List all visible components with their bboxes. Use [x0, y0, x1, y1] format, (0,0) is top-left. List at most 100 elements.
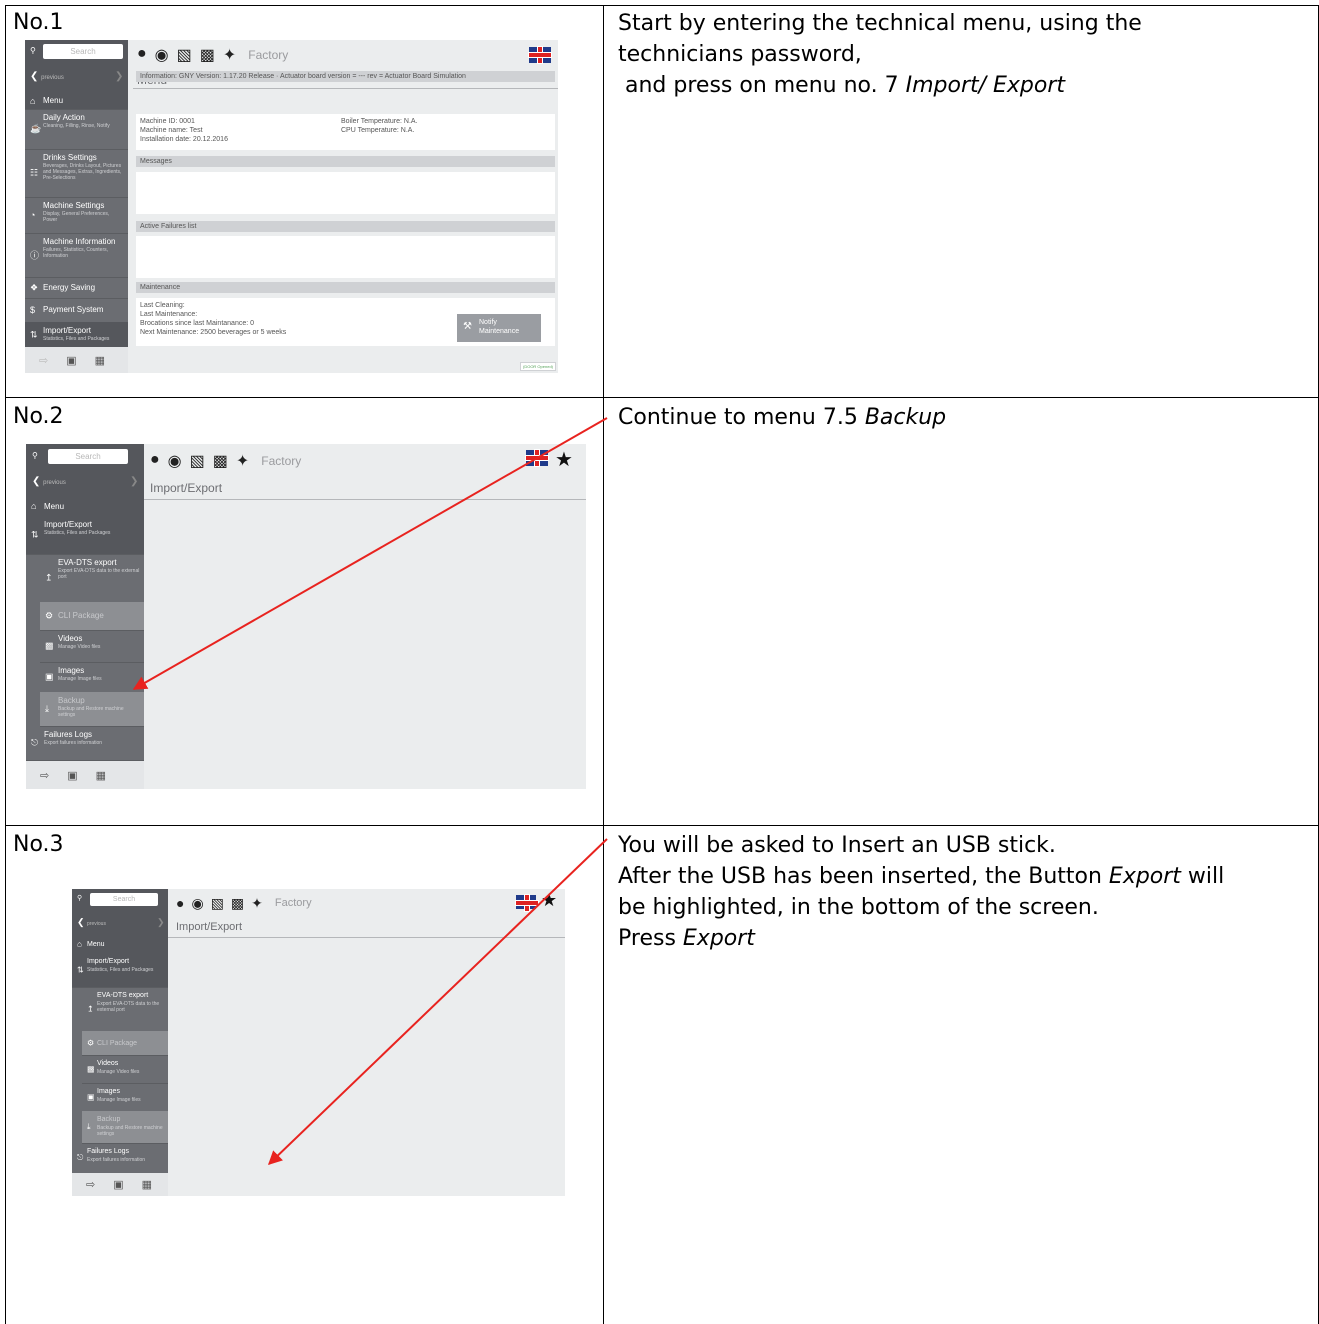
machine-icon[interactable]: ▩: [231, 895, 244, 912]
next-button[interactable]: ❯: [115, 71, 123, 82]
sidebar-item-sub: Statistics, Files and Packages: [43, 336, 110, 342]
sidebar-item-import-export[interactable]: ⇅ Import/Export Statistics, Files and Pack…: [72, 953, 168, 988]
sidebar-item-label: CLI Package: [97, 1040, 138, 1047]
step-number: No.1: [13, 10, 64, 35]
instruction-text: After the USB has been inserted, the But…: [618, 864, 1109, 889]
bean-icon[interactable]: ◉: [191, 895, 203, 912]
sidebar-item-machine-settings[interactable]: ◔ Machine Settings Display, General Prefer…: [25, 197, 128, 234]
sidebar-item-images[interactable]: ▣ Images Manage Image files: [40, 662, 144, 693]
bean-icon[interactable]: ◉: [168, 451, 182, 471]
step-instruction: Start by entering the technical menu, us…: [618, 8, 1142, 101]
card-icon[interactable]: ▣: [66, 354, 76, 367]
previous-label: previous: [43, 480, 66, 486]
sidebar-item-failures-logs[interactable]: ⎋ Failures Logs Export failures informatio…: [26, 726, 144, 761]
sidebar-item-label: Images: [58, 666, 85, 675]
sidebar-item-cli-package[interactable]: ⚙ CLI Package: [82, 1031, 168, 1056]
sidebar-item-menu[interactable]: ⌂ Menu: [25, 92, 128, 110]
logout-icon[interactable]: ⇨: [40, 769, 49, 782]
home-icon: ⌂: [30, 95, 36, 106]
tools-icon[interactable]: ✦: [236, 451, 249, 471]
keypad-icon[interactable]: ▦: [96, 769, 106, 782]
sidebar-item-videos[interactable]: ▩ Videos Manage Video files: [40, 630, 144, 663]
cups-icon[interactable]: ▧: [177, 45, 192, 65]
sidebar-item-menu[interactable]: ⌂ Menu: [26, 496, 144, 517]
import-export-icon: ⇅: [77, 965, 84, 975]
sidebar-item-images[interactable]: ▣ Images Manage Image files: [82, 1083, 168, 1112]
search-input[interactable]: Search: [43, 44, 123, 59]
sidebar-item-label: Menu: [44, 502, 65, 511]
next-button[interactable]: ❯: [130, 476, 138, 487]
logout-icon[interactable]: ⇨: [39, 354, 48, 367]
sidebar-item-eva-dts-export[interactable]: ↥ EVA-DTS export Export EVA-DTS data to th…: [82, 987, 168, 1032]
previous-button[interactable]: ❮ previous: [77, 917, 106, 928]
card-icon[interactable]: ▣: [67, 769, 77, 782]
instruction-line: technicians password,: [618, 42, 862, 67]
sidebar-item-label: Machine Information: [43, 237, 116, 246]
page-title: Import/Export: [150, 481, 223, 495]
sidebar-item-machine-information[interactable]: ⓘ Machine Information Failures, Statistics…: [25, 233, 128, 278]
sidebar-item-sub: Export EVA-DTS data to the external port: [97, 1001, 160, 1013]
sidebar-item-drinks-settings[interactable]: ☷ Drinks Settings Beverages, Drinks Layout…: [25, 149, 128, 198]
star-icon[interactable]: ★: [541, 890, 557, 911]
keypad-icon[interactable]: ▦: [95, 354, 105, 367]
search-input[interactable]: Search: [48, 449, 128, 464]
cups-icon[interactable]: ▧: [211, 895, 224, 912]
sidebar-item-label: Drinks Settings: [43, 153, 97, 162]
uk-flag-icon[interactable]: [516, 895, 538, 911]
step-instruction: Continue to menu 7.5 Backup: [618, 402, 946, 433]
uk-flag-icon[interactable]: [529, 47, 551, 63]
previous-label: previous: [41, 75, 64, 81]
next-button[interactable]: ❯: [157, 917, 165, 928]
sidebar-item-eva-dts-export[interactable]: ↥ EVA-DTS export Export EVA-DTS data to th…: [40, 554, 144, 603]
log-icon: ⎋: [31, 737, 39, 748]
failures-header: Active Failures list: [136, 221, 555, 232]
machine-icon[interactable]: ▩: [200, 45, 215, 65]
tools-icon[interactable]: ✦: [223, 45, 236, 65]
sidebar-item-failures-logs[interactable]: ⎋ Failures Logs Export failures informatio…: [72, 1143, 168, 1174]
notify-maintenance-button[interactable]: ⚒ Notify Maintenance: [457, 314, 541, 342]
sidebar-item-backup[interactable]: ⤓ Backup Backup and Restore machine settin…: [82, 1111, 168, 1144]
leaf-icon: ❖: [30, 282, 39, 292]
image-icon: ▣: [45, 671, 54, 682]
sidebar-item-daily-action[interactable]: ☕ Daily Action Cleaning, Filling, Rinse, N…: [25, 109, 128, 150]
uk-flag-icon[interactable]: [526, 450, 548, 466]
card-icon[interactable]: ▣: [113, 1178, 123, 1191]
drop-icon[interactable]: ●: [150, 451, 160, 471]
bean-icon[interactable]: ◉: [155, 45, 169, 65]
factory-label: Factory: [261, 454, 302, 468]
menu-reference: Import/ Export: [905, 73, 1066, 98]
sidebar-item-menu[interactable]: ⌂ Menu: [72, 935, 168, 954]
keypad-icon[interactable]: ▦: [142, 1178, 152, 1191]
star-icon[interactable]: ★: [555, 447, 573, 472]
sidebar-item-import-export[interactable]: ⇅ Import/Export Statistics, Files and Pack…: [25, 322, 128, 348]
previous-button[interactable]: ❮ previous: [32, 476, 66, 487]
search-input[interactable]: Search: [90, 893, 158, 906]
instruction-line: be highlighted, in the bottom of the scr…: [618, 895, 1099, 920]
dollar-icon: $: [30, 305, 36, 315]
sidebar-item-label: Videos: [97, 1060, 119, 1067]
notify-label: Notify Maintenance: [479, 319, 520, 335]
sidebar-item-cli-package[interactable]: ⚙ CLI Package: [40, 602, 144, 631]
sidebar-item-import-export[interactable]: ⇅ Import/Export Statistics, Files and Pack…: [26, 516, 144, 555]
machine-icon[interactable]: ▩: [213, 451, 228, 471]
drop-icon[interactable]: ●: [176, 895, 184, 912]
sidebar-item-backup[interactable]: ⤓ Backup Backup and Restore machine settin…: [40, 692, 144, 727]
previous-button[interactable]: ❮ previous: [30, 71, 64, 82]
sidebar-item-label: CLI Package: [58, 611, 104, 620]
table-border-top: [5, 5, 1319, 6]
instruction-text: will: [1180, 864, 1225, 889]
failures-panel: [136, 236, 555, 278]
sidebar-item-videos[interactable]: ▩ Videos Manage Video files: [82, 1055, 168, 1084]
search-icon: ⚲: [30, 46, 36, 55]
sidebar-item-sub: Export failures information: [44, 740, 103, 746]
title-divider: [168, 937, 565, 938]
step-number: No.3: [13, 832, 64, 857]
cups-icon[interactable]: ▧: [190, 451, 205, 471]
tools-icon[interactable]: ✦: [251, 895, 263, 912]
export-icon[interactable]: ⇨: [86, 1178, 95, 1191]
sidebar-item-label: EVA-DTS export: [97, 992, 149, 999]
sidebar-item-energy-saving[interactable]: ❖ Energy Saving: [25, 277, 128, 299]
sidebar-item-payment-system[interactable]: $ Payment System: [25, 298, 128, 323]
drop-icon[interactable]: ●: [137, 45, 147, 65]
import-export-icon: ⇅: [30, 329, 38, 339]
